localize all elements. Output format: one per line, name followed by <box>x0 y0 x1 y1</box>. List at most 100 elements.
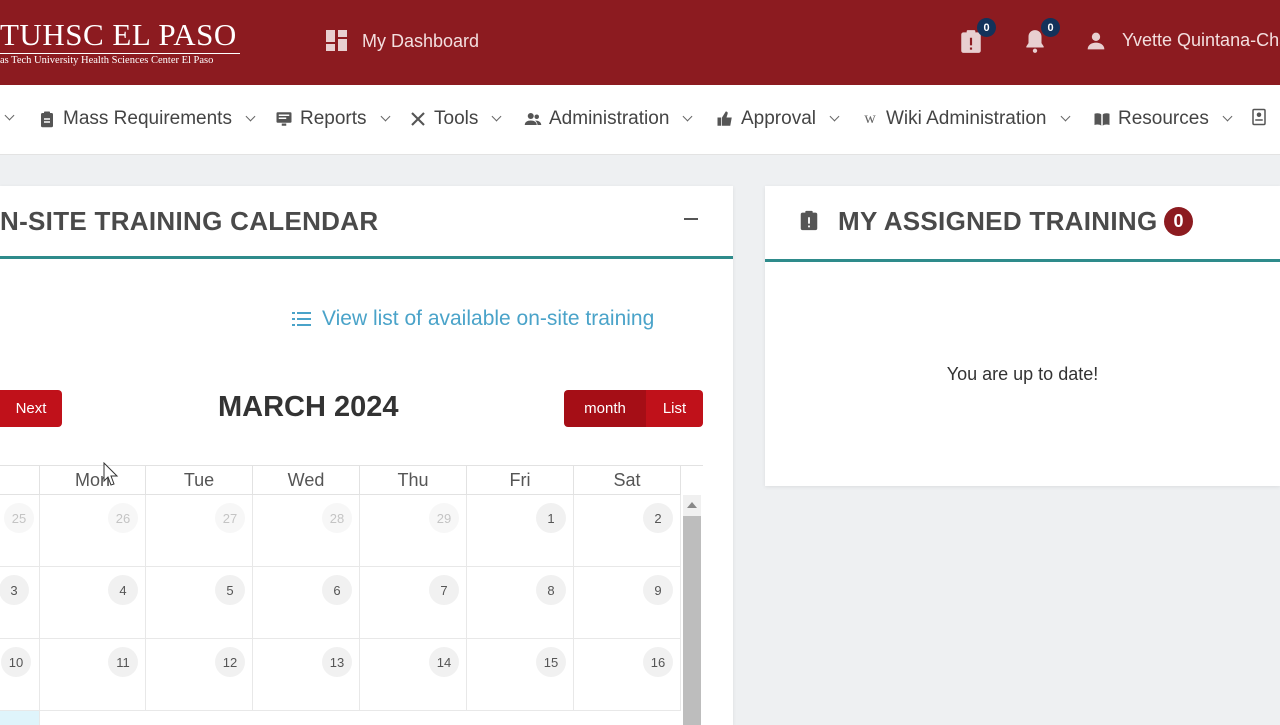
nav-label: Wiki Administration <box>886 108 1047 129</box>
notifications-button[interactable]: 0 <box>1022 18 1060 54</box>
ttuhsc-logo[interactable]: TUHSC EL PASO as Tech University Health … <box>0 18 240 68</box>
user-menu[interactable]: Yvette Quintana-Cha <box>1086 30 1280 51</box>
dashboard-label: My Dashboard <box>362 30 480 51</box>
calendar-day-cell-today[interactable] <box>0 711 40 725</box>
view-list-label: View list of available on-site training <box>322 307 655 330</box>
day-number: 25 <box>4 503 34 533</box>
weekday-header: Wed <box>253 466 360 495</box>
calendar-day-cell[interactable]: 12 <box>146 639 253 711</box>
nav-approval[interactable]: Approval <box>716 108 840 130</box>
weekday-header: Mon <box>40 466 146 495</box>
calendar-day-cell[interactable]: 7 <box>360 567 467 639</box>
top-header: TUHSC EL PASO as Tech University Health … <box>0 0 1280 85</box>
scrollbar-thumb[interactable] <box>683 516 701 725</box>
card-title: N-SITE TRAINING CALENDAR <box>0 206 379 236</box>
nav-mass-requirements[interactable]: Mass Requirements <box>38 108 256 130</box>
month-view-button[interactable]: month <box>564 390 646 427</box>
view-toggle: month List <box>564 390 703 427</box>
tasks-button[interactable]: 0 <box>958 18 996 54</box>
calendar-day-cell[interactable]: 13 <box>253 639 360 711</box>
calendar-day-cell[interactable]: 10 <box>0 639 40 711</box>
nav-label: Reports <box>300 108 367 129</box>
day-number: 10 <box>1 647 31 677</box>
book-open-icon <box>1094 113 1110 126</box>
weekday-header: Tue <box>146 466 253 495</box>
logo-divider <box>0 53 240 54</box>
chevron-down-icon <box>491 111 502 122</box>
nav-label: Administration <box>549 108 670 129</box>
nav-resources[interactable]: Resources <box>1093 108 1233 130</box>
calendar-day-cell[interactable]: 5 <box>146 567 253 639</box>
day-number: 1 <box>536 503 566 533</box>
chevron-down-icon <box>682 111 693 122</box>
mouse-cursor-icon <box>103 462 119 486</box>
calendar-day-cell[interactable]: 14 <box>360 639 467 711</box>
training-count-badge: 0 <box>1164 207 1193 236</box>
day-number: 2 <box>643 503 673 533</box>
calendar-day-cell[interactable]: 2 <box>574 495 681 567</box>
card-divider <box>765 259 1280 262</box>
day-number: 29 <box>429 503 459 533</box>
calendar-day-cell[interactable]: 28 <box>253 495 360 567</box>
thumbs-up-icon <box>717 111 732 126</box>
weekday-header: Thu <box>360 466 467 495</box>
card-title: MY ASSIGNED TRAINING <box>838 206 1158 236</box>
day-number: 13 <box>322 647 352 677</box>
id-card-icon <box>1252 108 1266 126</box>
calendar-day-cell[interactable]: 9 <box>574 567 681 639</box>
day-number: 6 <box>322 575 352 605</box>
nav-reports[interactable]: Reports <box>275 108 390 130</box>
calendar-day-cell[interactable]: 27 <box>146 495 253 567</box>
my-assigned-training-card: MY ASSIGNED TRAINING 0 You are up to dat… <box>765 186 1280 486</box>
calendar-day-cell[interactable]: 26 <box>40 495 146 567</box>
chevron-down-icon <box>1060 111 1070 122</box>
day-number: 27 <box>215 503 245 533</box>
calendar-day-cell[interactable]: 3 <box>0 567 40 639</box>
day-number: 16 <box>643 647 673 677</box>
dashboard-icon <box>326 30 348 52</box>
tools-icon <box>411 112 425 126</box>
tasks-count-badge: 0 <box>977 18 996 37</box>
chevron-down-icon <box>1222 111 1233 122</box>
nav-label: Approval <box>741 108 816 129</box>
nav-wiki-administration[interactable]: w Wiki Administration <box>861 108 1070 130</box>
view-list-link[interactable]: View list of available on-site training <box>292 307 654 331</box>
calendar-day-cell[interactable]: 6 <box>253 567 360 639</box>
day-number: 15 <box>536 647 566 677</box>
clipboard-icon <box>41 111 53 128</box>
calendar-day-cell[interactable]: 1 <box>467 495 574 567</box>
calendar-day-cell[interactable]: 8 <box>467 567 574 639</box>
day-number: 11 <box>108 647 138 677</box>
day-number: 26 <box>108 503 138 533</box>
nav-tools[interactable]: Tools <box>409 108 502 130</box>
nav-administration[interactable]: Administration <box>524 108 693 130</box>
nav-more[interactable] <box>1250 108 1268 126</box>
nav-label: Resources <box>1118 108 1209 129</box>
calendar-grid: Mon Tue Wed Thu Fri Sat 25 26 27 28 29 1… <box>0 465 703 725</box>
day-number: 12 <box>215 647 245 677</box>
calendar-day-cell[interactable]: 29 <box>360 495 467 567</box>
notifications-count-badge: 0 <box>1041 18 1060 37</box>
day-number: 4 <box>108 575 138 605</box>
list-view-button[interactable]: List <box>646 390 703 427</box>
nav-label: Tools <box>434 108 479 129</box>
wikipedia-icon: w <box>864 110 876 127</box>
day-number: 7 <box>429 575 459 605</box>
collapse-button[interactable] <box>684 208 698 228</box>
day-number: 9 <box>643 575 673 605</box>
calendar-day-cell[interactable]: 25 <box>0 495 40 567</box>
calendar-day-cell[interactable]: 4 <box>40 567 146 639</box>
calendar-day-cell[interactable]: 15 <box>467 639 574 711</box>
calendar-day-cell[interactable]: 11 <box>40 639 146 711</box>
monitor-icon <box>276 112 292 126</box>
chevron-down-icon[interactable] <box>4 110 15 121</box>
logo-subtitle: as Tech University Health Sciences Cente… <box>0 55 214 66</box>
next-button[interactable]: Next <box>0 390 62 427</box>
users-icon <box>524 113 542 125</box>
day-number: 8 <box>536 575 566 605</box>
scroll-up-arrow-icon[interactable] <box>687 502 697 508</box>
calendar-day-cell[interactable]: 16 <box>574 639 681 711</box>
user-name: Yvette Quintana-Cha <box>1122 30 1280 50</box>
my-dashboard-link[interactable]: My Dashboard <box>326 30 479 52</box>
day-number: 28 <box>322 503 352 533</box>
